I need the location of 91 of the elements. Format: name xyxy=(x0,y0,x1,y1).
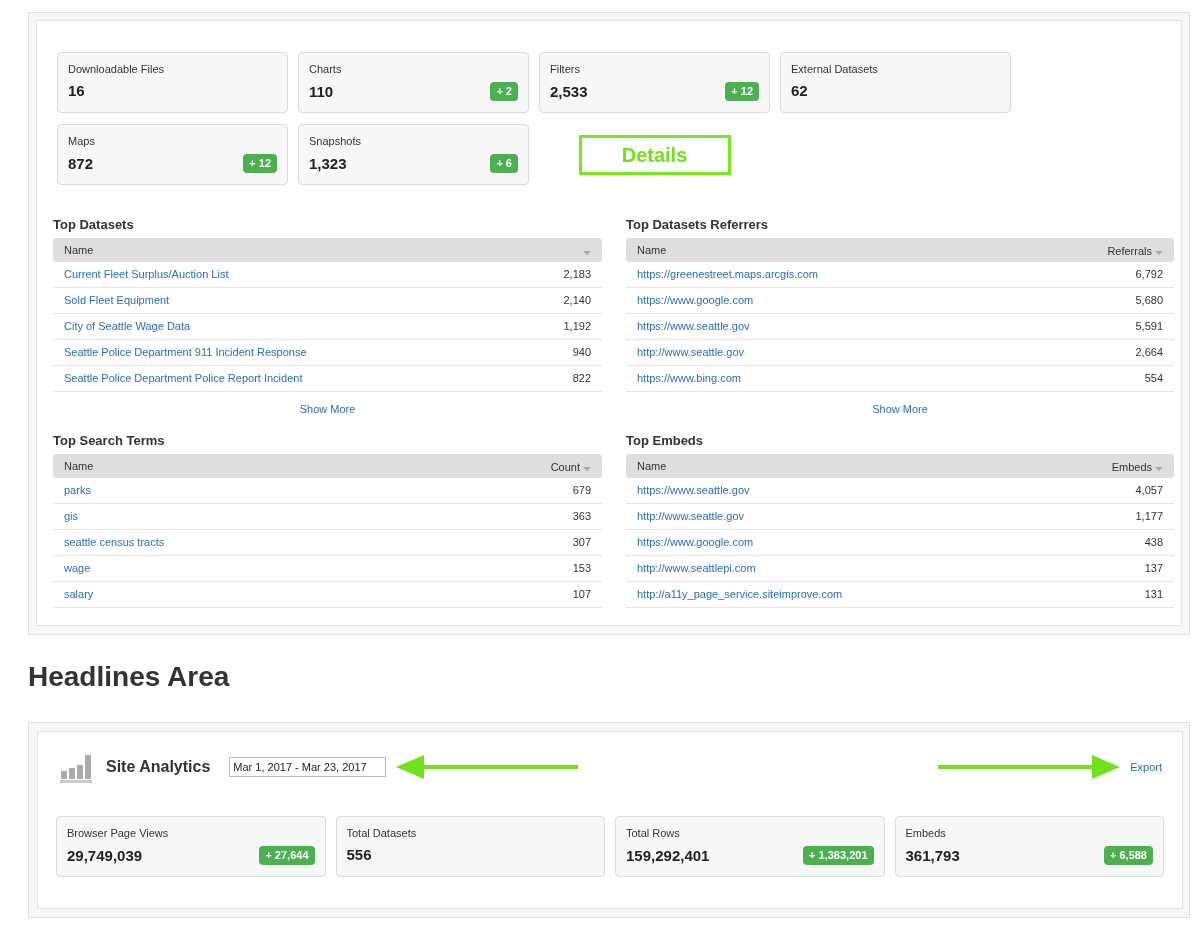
row-link[interactable]: gis xyxy=(64,508,79,525)
stat-label: Total Rows xyxy=(626,826,681,840)
row-link[interactable]: https://www.seattle.gov xyxy=(637,482,750,499)
row-link[interactable]: http://www.seattle.gov xyxy=(637,344,744,361)
row-link[interactable]: seattle census tracts xyxy=(64,534,165,551)
row-link[interactable]: https://greenestreet.maps.arcgis.com xyxy=(637,266,818,283)
row-link[interactable]: https://www.google.com xyxy=(637,534,754,551)
row-link[interactable]: http://www.seattle.gov xyxy=(637,508,744,525)
row-count: 940 xyxy=(572,345,591,361)
table-title: Top Datasets Referrers xyxy=(626,216,770,234)
stat-value: 29,749,039 xyxy=(67,846,143,865)
delta-badge: + 27,644 xyxy=(259,846,315,865)
row-count: 131 xyxy=(1144,587,1163,603)
table-title: Top Search Terms xyxy=(53,432,166,450)
row-count: 2,664 xyxy=(1135,345,1163,361)
left-arrow-icon xyxy=(396,754,579,780)
show-more-link[interactable]: Show More xyxy=(872,401,928,415)
stat-label: Charts xyxy=(309,62,343,76)
right-arrow-icon xyxy=(938,754,1121,780)
row-link[interactable]: salary xyxy=(64,586,94,603)
row-count: 1,192 xyxy=(563,319,591,335)
column-header: Name xyxy=(64,459,94,474)
delta-badge: + 12 xyxy=(243,154,277,173)
delta-badge: + 6,588 xyxy=(1104,846,1153,865)
sort-caret-icon xyxy=(583,251,591,255)
stat-value: 872 xyxy=(68,154,94,173)
stat-label: Downloadable Files xyxy=(68,62,165,76)
row-count: 1,177 xyxy=(1135,509,1163,525)
stat-label: Maps xyxy=(68,134,96,148)
column-header[interactable]: Embeds xyxy=(1111,459,1152,476)
row-link[interactable]: http://a11y_page_service.siteimprove.com xyxy=(637,586,843,603)
row-link[interactable]: City of Seattle Wage Data xyxy=(64,318,191,335)
table-title: Top Datasets xyxy=(53,216,135,234)
row-link[interactable]: Seattle Police Department Police Report Incident xyxy=(64,370,303,387)
row-count: 679 xyxy=(572,483,591,499)
delta-badge: + 1,383,201 xyxy=(803,846,874,865)
details-callout: Details xyxy=(578,134,731,175)
show-more-link[interactable]: Show More xyxy=(299,401,356,415)
site-analytics-title: Site Analytics xyxy=(106,757,211,777)
delta-badge: + 2 xyxy=(490,82,518,101)
export-link[interactable]: Export xyxy=(1130,758,1162,776)
table-title: Top Embeds xyxy=(626,432,705,450)
stat-value: 2,533 xyxy=(550,82,588,101)
delta-badge: + 6 xyxy=(490,154,518,173)
sort-caret-icon xyxy=(583,467,591,471)
row-count: 307 xyxy=(572,535,591,551)
column-header[interactable]: Count xyxy=(550,459,580,476)
row-count: 153 xyxy=(572,561,591,577)
row-link[interactable]: https://www.seattle.gov xyxy=(637,318,750,335)
row-count: 107 xyxy=(572,587,591,603)
stat-value: 159,292,401 xyxy=(626,846,710,865)
stat-value: 110 xyxy=(309,82,334,101)
row-count: 554 xyxy=(1144,371,1163,387)
stat-value: 361,793 xyxy=(905,846,960,865)
row-link[interactable]: Sold Fleet Equipment xyxy=(64,292,170,309)
row-count: 5,591 xyxy=(1135,319,1163,335)
stat-value: 1,323 xyxy=(309,154,347,173)
sort-caret-icon xyxy=(1155,251,1163,255)
stat-value: 62 xyxy=(791,82,808,100)
stat-label: Snapshots xyxy=(309,134,362,148)
row-count: 5,680 xyxy=(1135,293,1163,309)
row-count: 6,792 xyxy=(1135,267,1163,283)
row-link[interactable]: https://www.bing.com xyxy=(637,370,741,387)
row-link[interactable]: http://www.seattlepi.com xyxy=(637,560,756,577)
stat-label: External Datasets xyxy=(791,62,879,76)
column-header[interactable]: Referrals xyxy=(1107,243,1152,260)
column-header: Name xyxy=(64,243,94,258)
row-link[interactable]: Current Fleet Surplus/Auction List xyxy=(64,266,229,283)
delta-badge: + 12 xyxy=(725,82,759,101)
row-count: 4,057 xyxy=(1135,483,1163,499)
column-header: Name xyxy=(637,459,667,474)
date-range-field[interactable]: Mar 1, 2017 - Mar 23, 2017 xyxy=(229,757,387,777)
row-link[interactable]: wage xyxy=(64,560,91,577)
stat-label: Embeds xyxy=(905,826,947,840)
section-heading: Headlines Area xyxy=(28,660,231,694)
row-count: 438 xyxy=(1144,535,1163,551)
row-count: 363 xyxy=(572,509,591,525)
stat-value: 556 xyxy=(346,846,372,864)
stat-label: Browser Page Views xyxy=(67,826,170,840)
row-count: 2,140 xyxy=(563,293,591,309)
row-link[interactable]: https://www.google.com xyxy=(637,292,754,309)
sort-caret-icon xyxy=(1155,467,1163,471)
row-count: 2,183 xyxy=(563,267,591,283)
column-header: Name xyxy=(637,243,667,258)
row-link[interactable]: Seattle Police Department 911 Incident Response xyxy=(64,344,307,361)
row-count: 137 xyxy=(1144,561,1163,577)
stat-value: 16 xyxy=(68,82,85,100)
stat-label: Filters xyxy=(550,62,581,76)
stat-label: Total Datasets xyxy=(346,826,418,840)
row-count: 822 xyxy=(572,371,591,387)
row-link[interactable]: parks xyxy=(64,482,91,499)
